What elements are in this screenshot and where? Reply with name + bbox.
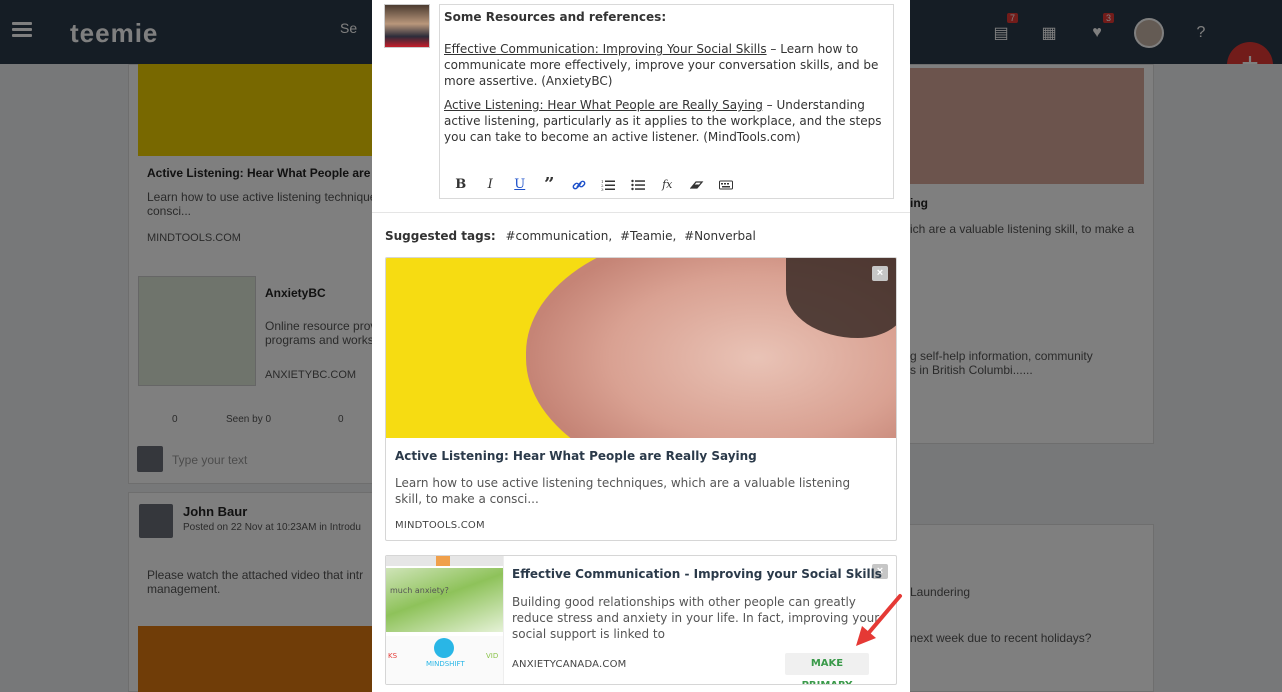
tag-communication[interactable]: #communication,: [505, 229, 612, 243]
link-preview-image: [386, 258, 896, 438]
create-post-modal: Some Resources and references: Effective…: [372, 0, 910, 692]
eraser-icon[interactable]: [682, 177, 712, 193]
tag-teamie[interactable]: #Teamie,: [620, 229, 676, 243]
bullet-list-icon[interactable]: [623, 177, 653, 193]
editor-heading: Some Resources and references:: [444, 10, 667, 24]
post-editor[interactable]: Some Resources and references: Effective…: [439, 4, 894, 199]
ordered-list-icon[interactable]: 123: [594, 177, 624, 193]
editor-paragraph-1: Effective Communication: Improving Your …: [444, 41, 889, 89]
underline-button[interactable]: U: [505, 177, 535, 193]
keyboard-icon[interactable]: [712, 177, 742, 193]
svg-text:3: 3: [601, 187, 604, 191]
preview-thumbnail: much anxiety? MINDSHIFT KS VID: [386, 556, 504, 684]
divider: [372, 212, 910, 213]
suggested-tags-label: Suggested tags:: [385, 229, 496, 243]
preview-title[interactable]: Effective Communication - Improving your…: [512, 567, 882, 581]
author-avatar: [384, 4, 430, 48]
editor-toolbar: B I U ” 123 fx: [446, 176, 742, 194]
link-preview-card-anxietycanada[interactable]: much anxiety? MINDSHIFT KS VID × Effecti…: [385, 555, 897, 685]
quote-button[interactable]: ”: [535, 176, 565, 194]
preview-source: ANXIETYCANADA.COM: [512, 659, 627, 670]
annotation-arrow-icon: [856, 594, 902, 646]
tag-nonverbal[interactable]: #Nonverbal: [684, 229, 756, 243]
preview-description: Learn how to use active listening techni…: [395, 476, 851, 506]
formula-button[interactable]: fx: [653, 177, 683, 193]
thumb-label: MINDSHIFT: [426, 660, 465, 668]
remove-preview-button[interactable]: ×: [872, 266, 888, 281]
italic-button[interactable]: I: [476, 177, 506, 193]
link-icon[interactable]: [564, 177, 594, 193]
preview-source: MINDTOOLS.COM: [395, 520, 485, 531]
preview-title[interactable]: Active Listening: Hear What People are R…: [395, 449, 757, 463]
suggested-tags: Suggested tags: #communication, #Teamie,…: [385, 229, 760, 243]
editor-paragraph-2: Active Listening: Hear What People are R…: [444, 97, 889, 145]
mindshift-logo-icon: [434, 638, 454, 658]
link-preview-card-mindtools[interactable]: × Active Listening: Hear What People are…: [385, 257, 897, 541]
link-effective-communication[interactable]: Effective Communication: Improving Your …: [444, 42, 767, 56]
thumb-right-text: VID: [486, 652, 499, 660]
thumb-left-text: KS: [388, 652, 398, 660]
bold-button[interactable]: B: [446, 177, 476, 193]
preview-description: Building good relationships with other p…: [512, 595, 880, 641]
link-active-listening[interactable]: Active Listening: Hear What People are R…: [444, 98, 763, 112]
thumb-text: much anxiety?: [390, 586, 449, 595]
make-primary-button[interactable]: MAKE PRIMARY: [785, 653, 869, 684]
